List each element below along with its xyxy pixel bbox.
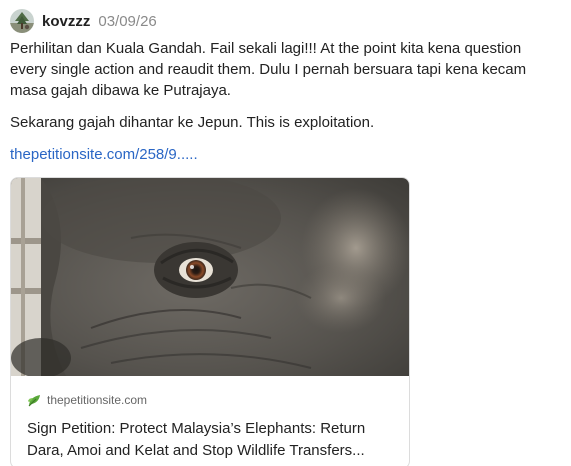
link-source: thepetitionsite.com — [27, 392, 395, 408]
avatar[interactable] — [10, 9, 34, 33]
post-link[interactable]: thepetitionsite.com/258/9..... — [10, 144, 198, 165]
post-paragraph: Sekarang gajah dihantar ke Jepun. This i… — [10, 114, 375, 131]
link-preview-card[interactable]: thepetitionsite.com Sign Petition: Prote… — [10, 177, 410, 466]
elephant-image — [11, 178, 409, 376]
post-date: 03/09/26 — [98, 12, 157, 30]
link-preview-image[interactable] — [11, 178, 409, 376]
link-preview-title[interactable]: Sign Petition: Protect Malaysia’s Elepha… — [27, 418, 395, 462]
username[interactable]: kovzzz — [42, 13, 90, 30]
link-title-line: Sign Petition: Protect Malaysia’s Elepha… — [27, 420, 366, 437]
link-title-line: Dara, Amoi and Kelat and Stop Wildlife T… — [27, 442, 365, 459]
post: kovzzz 03/09/26 Perhilitan dan Kuala Gan… — [0, 0, 571, 466]
post-body: Perhilitan dan Kuala Gandah. Fail sekali… — [10, 38, 560, 165]
avatar-icon — [10, 9, 34, 33]
post-header: kovzzz 03/09/26 — [10, 8, 157, 34]
link-preview-meta: thepetitionsite.com Sign Petition: Prote… — [11, 376, 409, 466]
link-site-name: thepetitionsite.com — [47, 393, 148, 407]
leaf-icon — [28, 395, 40, 407]
post-paragraph: Perhilitan dan Kuala Gandah. Fail sekali… — [10, 40, 527, 99]
